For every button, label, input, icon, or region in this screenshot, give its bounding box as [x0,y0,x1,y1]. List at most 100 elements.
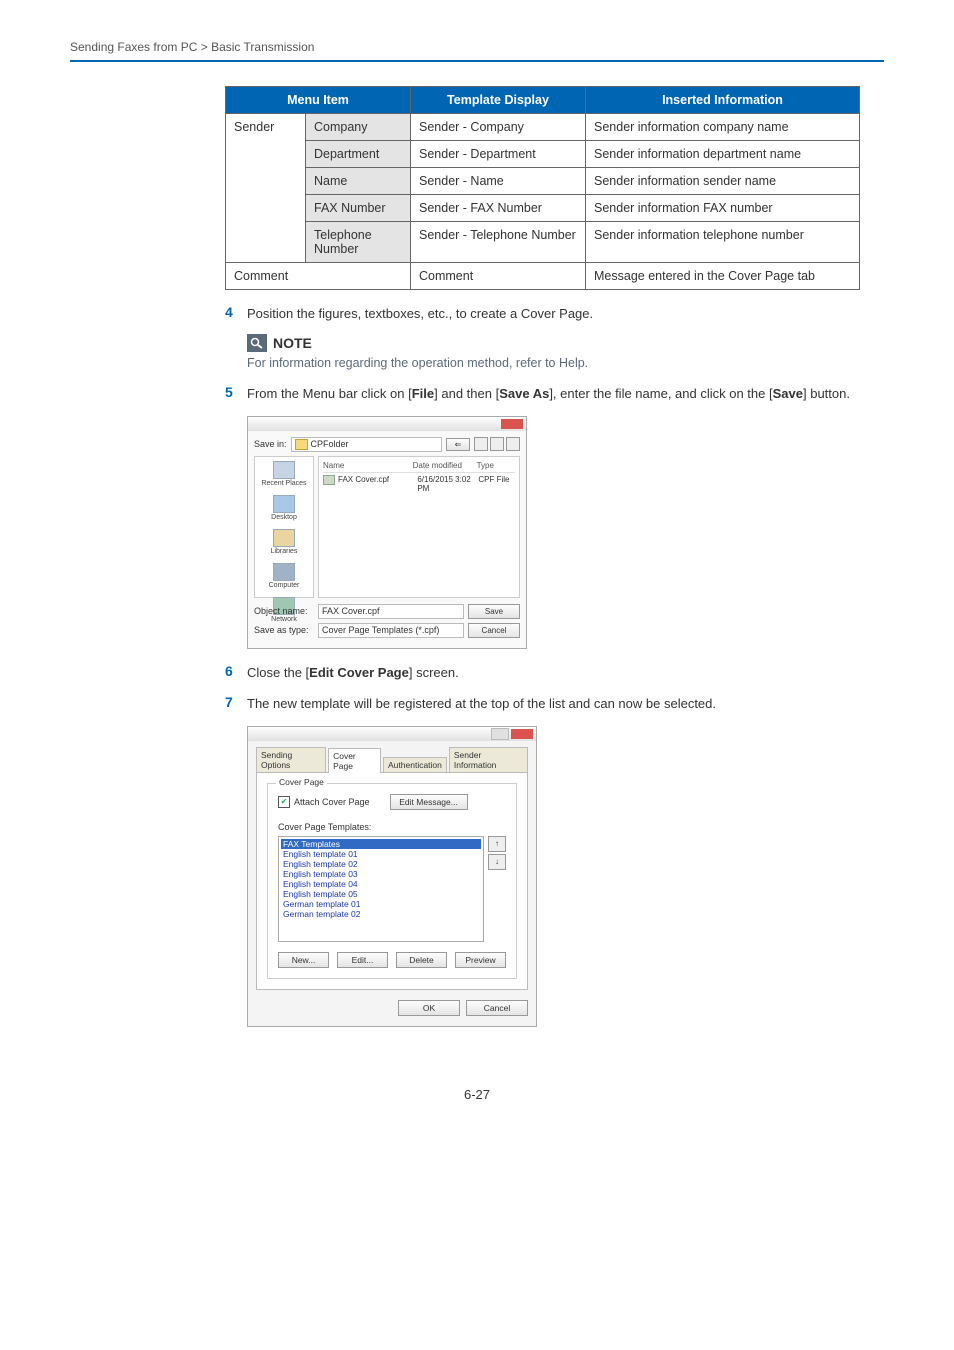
list-item[interactable]: English template 05 [281,889,481,899]
cell-template: Sender - Telephone Number [411,222,586,263]
note-label: NOTE [273,335,312,351]
note-icon [247,334,267,352]
view-icons[interactable] [474,437,520,451]
cell-template: Sender - Company [411,114,586,141]
sidebar-item[interactable]: Recent Places [259,461,309,487]
file-name: FAX Cover.cpf [338,475,417,493]
note-text: For information regarding the operation … [247,354,860,373]
sidebar-label: Recent Places [261,480,306,487]
edit-message-button[interactable]: Edit Message... [390,794,468,810]
list-item[interactable]: English template 03 [281,869,481,879]
cell-sub: Telephone Number [306,222,411,263]
folder-icon [295,439,308,450]
file-date: 6/16/2015 3:02 PM [417,475,478,493]
list-item[interactable]: FAX Templates [281,839,481,849]
close-icon[interactable] [501,419,523,429]
tab-sending-options[interactable]: Sending Options [256,747,326,772]
save-in-label: Save in: [254,439,287,449]
cancel-button[interactable]: Cancel [468,623,520,638]
computer-icon [273,563,295,581]
attach-cover-checkbox[interactable]: ✔ Attach Cover Page [278,796,370,808]
step-number: 5 [225,384,247,400]
save-type-label: Save as type: [254,625,314,635]
list-item[interactable]: German template 02 [281,909,481,919]
page-number: 6-27 [70,1087,884,1102]
t-bold: Edit Cover Page [309,665,409,680]
cancel-button[interactable]: Cancel [466,1000,528,1016]
templates-listbox[interactable]: FAX Templates English template 01 Englis… [278,836,484,942]
group-legend: Cover Page [276,777,327,787]
th-template-display: Template Display [411,87,586,114]
ok-button[interactable]: OK [398,1000,460,1016]
step-number: 6 [225,663,247,679]
places-sidebar[interactable]: Recent Places Desktop Libraries Computer… [254,456,314,598]
preview-button[interactable]: Preview [455,952,506,968]
col-date: Date modified [413,461,477,470]
list-item[interactable]: English template 04 [281,879,481,889]
file-type: CPF File [478,475,515,493]
sidebar-label: Desktop [271,514,297,521]
move-up-button[interactable]: ↑ [488,836,506,852]
t-bold: Save As [499,386,549,401]
cell-template: Sender - Department [411,141,586,168]
cell-inserted: Sender information FAX number [586,195,860,222]
step-number: 7 [225,694,247,710]
t: ] screen. [409,665,459,680]
save-type-dropdown[interactable]: Cover Page Templates (*.cpf) [318,623,464,638]
attach-label: Attach Cover Page [294,797,370,807]
delete-button[interactable]: Delete [396,952,447,968]
move-down-button[interactable]: ↓ [488,854,506,870]
tabs: Sending Options Cover Page Authenticatio… [248,741,536,772]
step-text: Close the [Edit Cover Page] screen. [247,663,860,683]
save-button[interactable]: Save [468,604,520,619]
step-text: The new template will be registered at t… [247,694,860,714]
help-icon[interactable] [491,728,509,740]
save-in-dropdown[interactable]: CPFolder [291,437,442,452]
th-menu-item: Menu Item [226,87,411,114]
menu-items-table: Menu Item Template Display Inserted Info… [225,86,860,290]
tab-cover-page[interactable]: Cover Page [328,748,381,773]
header-rule [70,60,884,62]
breadcrumb: Sending Faxes from PC > Basic Transmissi… [70,40,884,60]
list-item[interactable]: English template 02 [281,859,481,869]
sidebar-item[interactable]: Computer [259,563,309,589]
cell-inserted: Sender information department name [586,141,860,168]
save-type-value: Cover Page Templates (*.cpf) [322,625,439,635]
t: ], enter the file name, and click on the… [549,386,772,401]
t: Close the [ [247,665,309,680]
cell-template: Sender - FAX Number [411,195,586,222]
t: ] and then [ [434,386,499,401]
sidebar-label: Network [271,616,297,623]
tab-sender-information[interactable]: Sender Information [449,747,528,772]
back-icon[interactable]: ⇐ [446,438,470,451]
cell-sub: Department [306,141,411,168]
new-button[interactable]: New... [278,952,329,968]
step-text: Position the figures, textboxes, etc., t… [247,304,860,324]
cell-template: Sender - Name [411,168,586,195]
list-item[interactable]: English template 01 [281,849,481,859]
desktop-icon [273,495,295,513]
edit-button[interactable]: Edit... [337,952,388,968]
th-inserted-info: Inserted Information [586,87,860,114]
cell-inserted: Sender information company name [586,114,860,141]
sidebar-item[interactable]: Desktop [259,495,309,521]
note-block: NOTE For information regarding the opera… [247,334,860,373]
file-list-area[interactable]: Name Date modified Type FAX Cover.cpf 6/… [318,456,520,598]
list-item[interactable]: German template 01 [281,899,481,909]
t-bold: Save [773,386,803,401]
checkbox-checked-icon: ✔ [278,796,290,808]
cell-template: Comment [411,263,586,290]
col-type: Type [477,461,515,470]
templates-label: Cover Page Templates: [278,822,484,832]
step-text: From the Menu bar click on [File] and th… [247,384,860,404]
cell-inserted: Sender information telephone number [586,222,860,263]
sidebar-item[interactable]: Libraries [259,529,309,555]
close-icon[interactable] [511,729,533,739]
cell-sub: Name [306,168,411,195]
cell-sub: FAX Number [306,195,411,222]
file-row[interactable]: FAX Cover.cpf 6/16/2015 3:02 PM CPF File [323,473,515,493]
tab-authentication[interactable]: Authentication [383,757,447,772]
save-as-dialog: Save in: CPFolder ⇐ Recent Places Deskto… [247,416,527,649]
object-name-input[interactable]: FAX Cover.cpf [318,604,464,619]
cell-sender-label: Sender [226,114,306,263]
